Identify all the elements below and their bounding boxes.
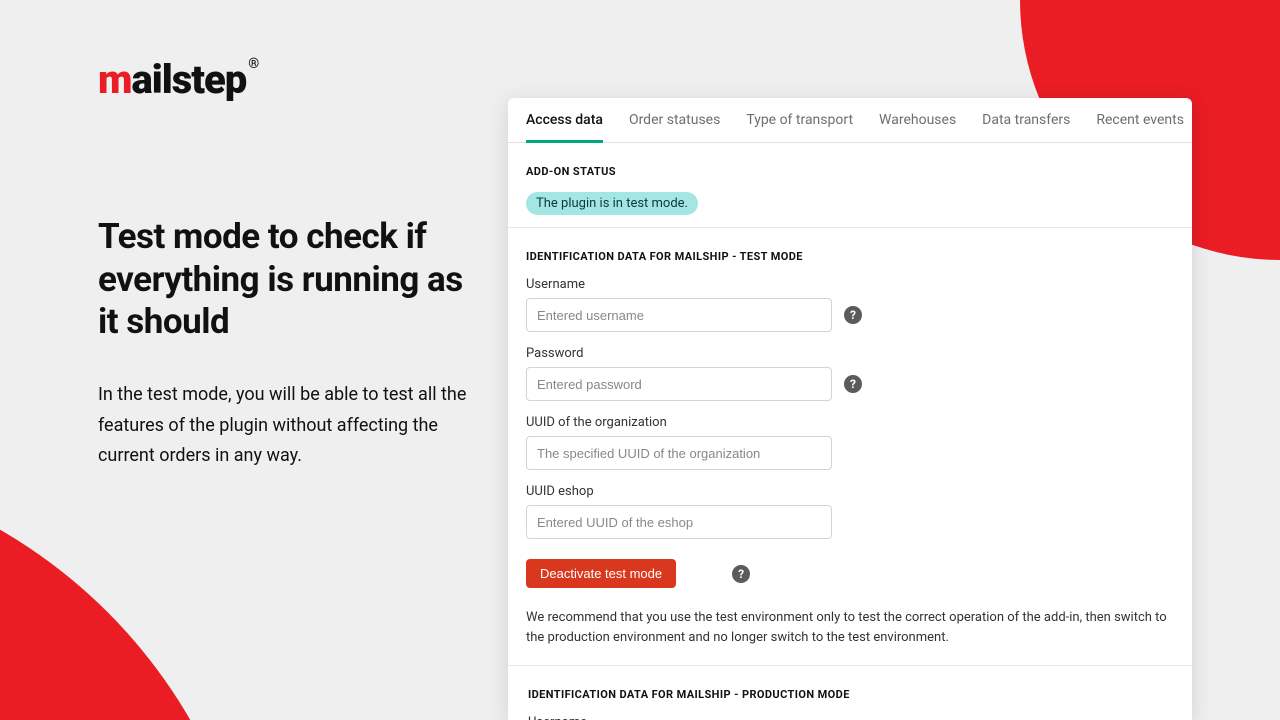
addon-status-title: ADD-ON STATUS [526, 165, 1174, 178]
org-uuid-label: UUID of the organization [526, 415, 1174, 430]
prod-section-title: IDENTIFICATION DATA FOR MAILSHIP - PRODU… [528, 688, 1172, 701]
username-label: Username [526, 277, 1174, 292]
org-uuid-input[interactable] [526, 436, 832, 470]
logo-registered: ® [248, 56, 258, 72]
production-mode-section: IDENTIFICATION DATA FOR MAILSHIP - PRODU… [508, 665, 1192, 720]
status-badge: The plugin is in test mode. [526, 192, 698, 215]
test-section-title: IDENTIFICATION DATA FOR MAILSHIP - TEST … [526, 250, 1174, 263]
logo-rest: ailstep [131, 56, 246, 103]
tab-access-data[interactable]: Access data [526, 98, 603, 143]
eshop-uuid-label: UUID eshop [526, 484, 1174, 499]
tab-warehouses[interactable]: Warehouses [879, 98, 956, 142]
addon-status-section: ADD-ON STATUS The plugin is in test mode… [508, 143, 1192, 219]
hero-title: Test mode to check if everything is runn… [98, 216, 488, 344]
password-input[interactable] [526, 367, 832, 401]
logo-prefix: m [98, 56, 131, 103]
tab-recent-events[interactable]: Recent events [1096, 98, 1184, 142]
deactivate-test-mode-button[interactable]: Deactivate test mode [526, 559, 676, 588]
logo: mailstep® [98, 56, 258, 103]
prod-username-label: Username [528, 715, 1172, 720]
username-input[interactable] [526, 298, 832, 332]
tab-data-transfers[interactable]: Data transfers [982, 98, 1070, 142]
password-label: Password [526, 346, 1174, 361]
eshop-uuid-input[interactable] [526, 505, 832, 539]
help-icon[interactable]: ? [844, 375, 862, 393]
tab-type-of-transport[interactable]: Type of transport [746, 98, 853, 142]
decoration-bottom-left [0, 460, 260, 720]
tab-order-statuses[interactable]: Order statuses [629, 98, 720, 142]
tabs: Access data Order statuses Type of trans… [508, 98, 1192, 143]
help-icon[interactable]: ? [844, 306, 862, 324]
hero-body: In the test mode, you will be able to te… [98, 380, 488, 472]
test-mode-section: IDENTIFICATION DATA FOR MAILSHIP - TEST … [508, 227, 1192, 592]
hero: Test mode to check if everything is runn… [98, 216, 488, 472]
settings-panel: Access data Order statuses Type of trans… [508, 98, 1192, 720]
test-mode-note: We recommend that you use the test envir… [508, 608, 1192, 665]
help-icon[interactable]: ? [732, 565, 750, 583]
